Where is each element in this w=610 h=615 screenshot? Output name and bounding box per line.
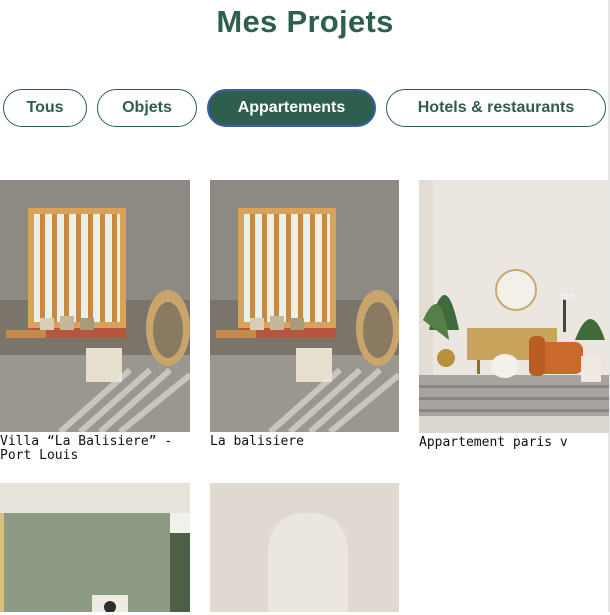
filter-hotels-restaurants[interactable]: Hotels & restaurants xyxy=(386,89,606,127)
living-room-window-image xyxy=(210,180,399,432)
project-image[interactable] xyxy=(210,180,399,432)
project-image[interactable] xyxy=(0,180,190,432)
filter-bar: Tous Objets Appartements Hotels & restau… xyxy=(0,89,610,129)
project-caption[interactable]: Appartement paris v xyxy=(419,436,609,450)
arch-niche-image xyxy=(210,483,399,612)
filter-objets[interactable]: Objets xyxy=(97,89,197,127)
project-card-5[interactable] xyxy=(210,483,399,615)
project-caption[interactable]: Villa “La Balisiere” - Port Louis xyxy=(0,435,190,463)
page-title: Mes Projets xyxy=(216,4,394,39)
project-card-la-balisiere[interactable]: La balisiere xyxy=(210,180,399,449)
project-card-appartement-paris[interactable]: Appartement paris v xyxy=(419,180,609,450)
living-room-window-image xyxy=(0,180,190,432)
living-room-sofa-image xyxy=(419,180,609,433)
project-image[interactable] xyxy=(210,483,399,612)
filter-tous[interactable]: Tous xyxy=(3,89,87,127)
green-room-image xyxy=(0,483,190,612)
project-image[interactable] xyxy=(0,483,190,612)
project-card-4[interactable] xyxy=(0,483,190,615)
project-card-villa[interactable]: Villa “La Balisiere” - Port Louis xyxy=(0,180,190,463)
project-caption[interactable]: La balisiere xyxy=(210,435,399,449)
project-image[interactable] xyxy=(419,180,609,433)
filter-appartements[interactable]: Appartements xyxy=(207,89,376,127)
